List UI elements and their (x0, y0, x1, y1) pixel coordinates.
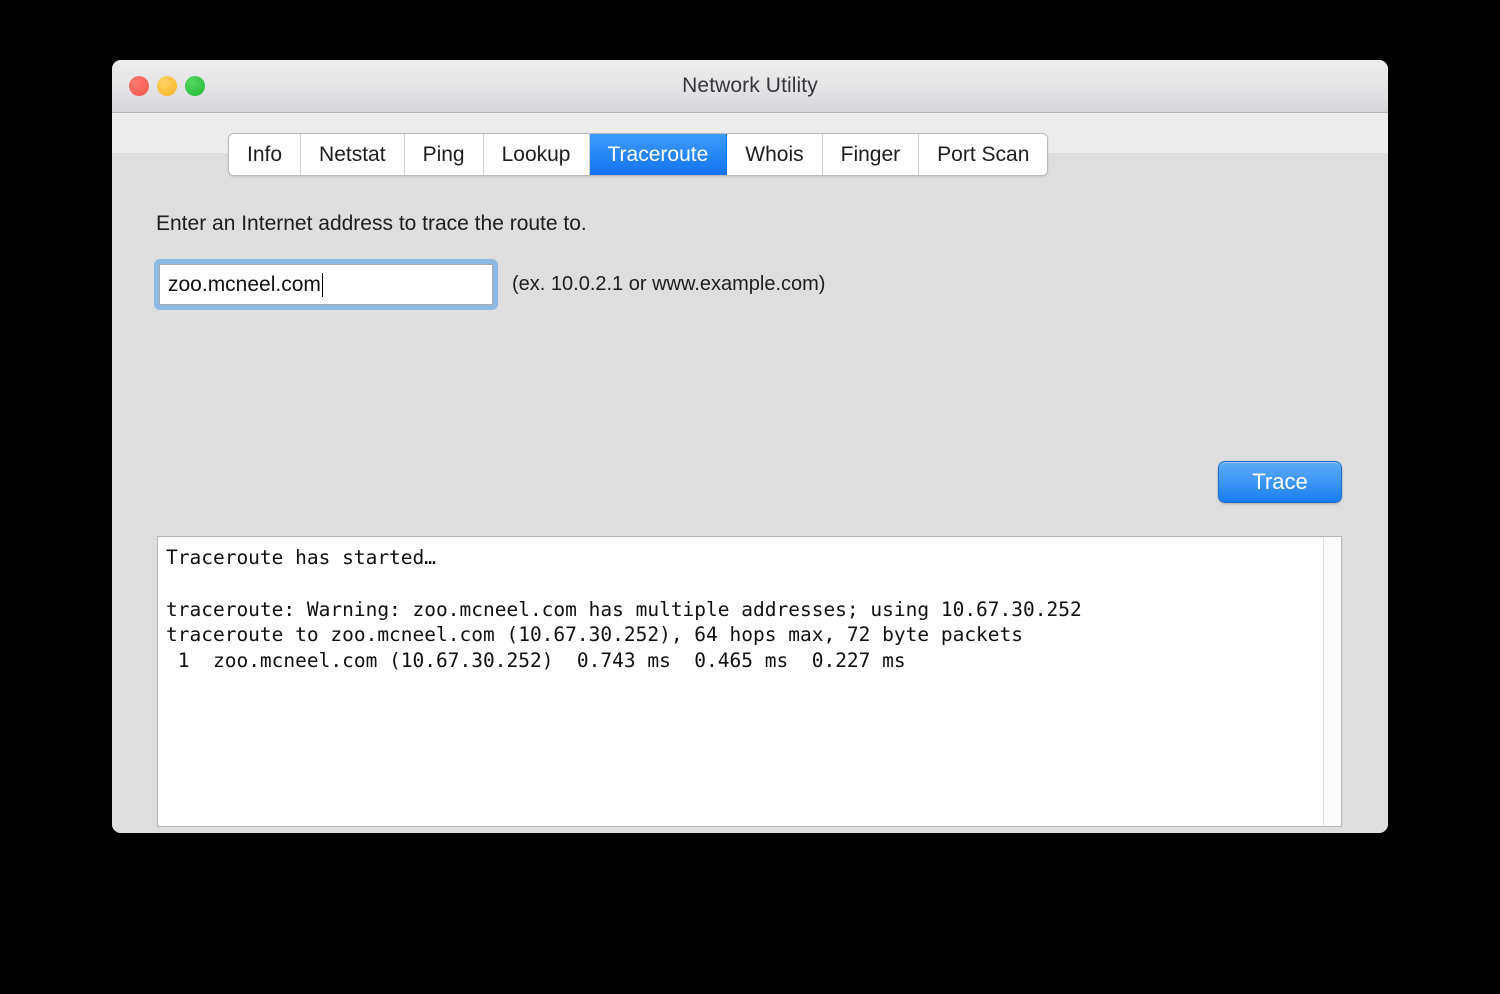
output-vertical-scrollbar[interactable] (1323, 537, 1341, 826)
tab-whois[interactable]: Whois (727, 134, 823, 175)
address-prompt-label: Enter an Internet address to trace the r… (156, 212, 587, 235)
traceroute-panel: Enter an Internet address to trace the r… (112, 154, 1388, 833)
tab-ping[interactable]: Ping (404, 134, 484, 175)
tab-port-scan[interactable]: Port Scan (919, 134, 1048, 175)
tab-info[interactable]: Info (229, 134, 302, 175)
tab-bar: Info Netstat Ping Lookup Traceroute Whoi… (228, 133, 1049, 176)
address-input-focus-ring: zoo.mcneel.com (154, 259, 498, 310)
network-utility-window: Network Utility Info Netstat Ping Lookup… (112, 60, 1388, 833)
address-input[interactable]: zoo.mcneel.com (159, 264, 493, 305)
tab-lookup[interactable]: Lookup (483, 134, 590, 175)
window-title: Network Utility (682, 74, 818, 97)
tab-finger[interactable]: Finger (822, 134, 920, 175)
tab-traceroute[interactable]: Traceroute (589, 134, 728, 175)
traceroute-output-area: Traceroute has started… traceroute: Warn… (157, 536, 1342, 827)
address-input-value: zoo.mcneel.com (168, 272, 321, 296)
address-example-hint: (ex. 10.0.2.1 or www.example.com) (512, 273, 826, 295)
trace-button[interactable]: Trace (1218, 461, 1342, 503)
tab-netstat[interactable]: Netstat (301, 134, 405, 175)
traceroute-output-text[interactable]: Traceroute has started… traceroute: Warn… (158, 537, 1323, 826)
window-titlebar: Network Utility (112, 60, 1388, 113)
text-caret (321, 272, 324, 297)
